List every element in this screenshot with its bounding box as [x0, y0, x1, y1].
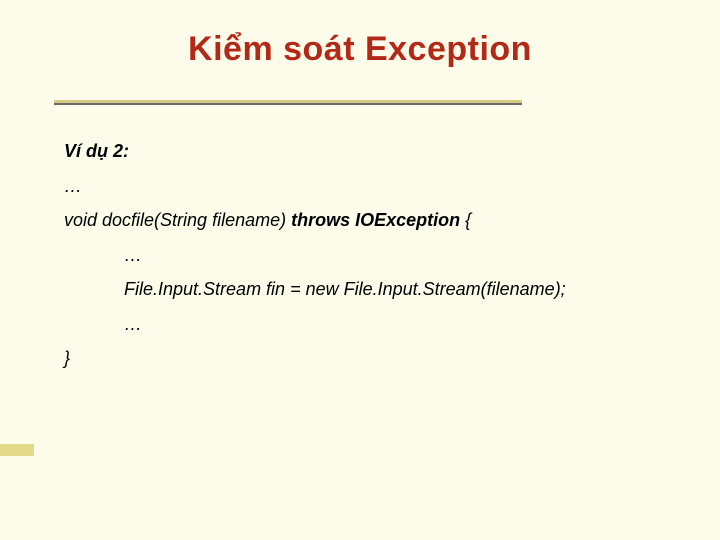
sig-suffix: { — [460, 210, 471, 230]
method-signature: void docfile(String filename) throws IOE… — [64, 209, 680, 232]
sig-prefix: void docfile(String filename) — [64, 210, 291, 230]
content-block: Ví dụ 2: … void docfile(String filename)… — [64, 140, 680, 382]
divider-dark — [54, 103, 522, 105]
ellipsis-mid2: … — [64, 313, 680, 336]
ellipsis-mid: … — [64, 244, 680, 267]
example-label: Ví dụ 2: — [64, 140, 680, 163]
close-brace: } — [64, 347, 680, 370]
ellipsis-top: … — [64, 175, 680, 198]
code-line: File.Input.Stream fin = new File.Input.S… — [64, 278, 680, 301]
slide: Kiểm soát Exception Ví dụ 2: … void docf… — [0, 0, 720, 540]
sig-throws: throws IOException — [291, 210, 460, 230]
accent-tab — [0, 444, 34, 456]
slide-title: Kiểm soát Exception — [0, 30, 720, 69]
